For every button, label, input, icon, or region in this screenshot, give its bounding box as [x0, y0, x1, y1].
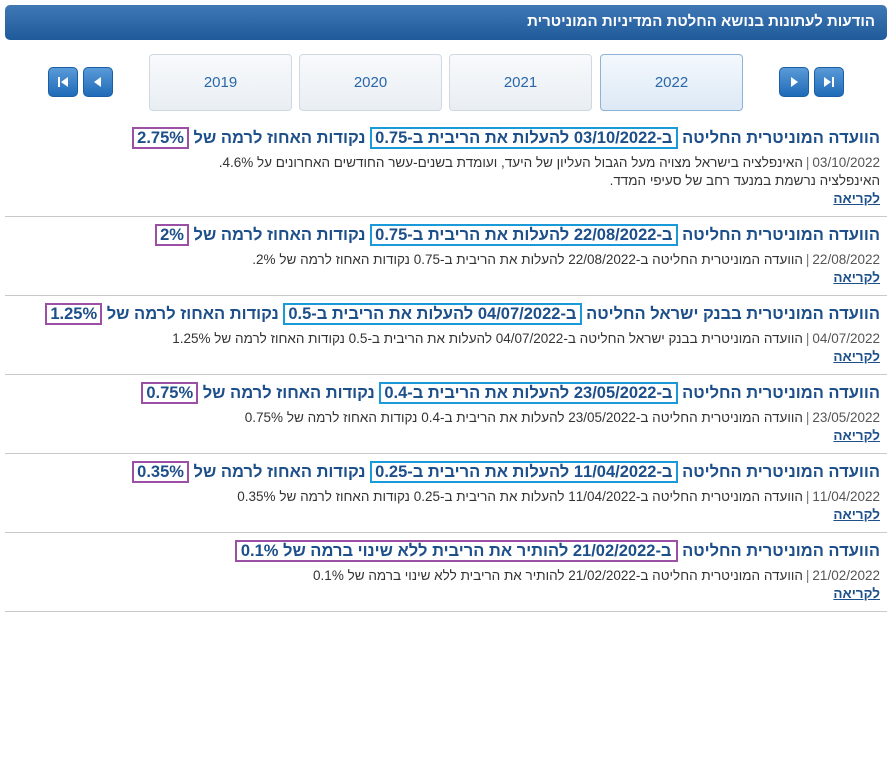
item-title[interactable]: הוועדה המוניטרית החליטה ב-23/05/2022 להע… — [12, 381, 880, 405]
list-item: הוועדה המוניטרית החליטה ב-22/08/2022 להע… — [5, 217, 887, 296]
prev-page-button[interactable] — [83, 67, 113, 97]
item-title[interactable]: הוועדה המוניטרית החליטה ב-03/10/2022 להע… — [12, 126, 880, 150]
item-summary: 03/10/2022|האינפלציה בישראל מצויה מעל הג… — [218, 155, 880, 188]
list-item: הוועדה המוניטרית החליטה ב-23/05/2022 להע… — [5, 375, 887, 454]
item-title[interactable]: הוועדה המוניטרית החליטה ב-22/08/2022 להע… — [12, 223, 880, 247]
item-summary: 21/02/2022|הוועדה המוניטרית החליטה ב-21/… — [313, 568, 880, 583]
page-header: הודעות לעתונות בנושא החלטת המדיניות המונ… — [5, 5, 887, 40]
date-highlight: ב-23/05/2022 להעלות את הריבית ב-0.4 — [379, 382, 678, 404]
tab-year-2020[interactable]: 2020 — [299, 54, 442, 111]
item-date: 03/10/2022 — [812, 155, 880, 170]
chevron-right-icon — [791, 77, 798, 87]
read-more-link[interactable]: לקריאה — [833, 191, 880, 206]
read-more-link[interactable]: לקריאה — [833, 507, 880, 522]
read-more-link[interactable]: לקריאה — [833, 586, 880, 601]
last-page-button[interactable] — [814, 67, 844, 97]
tab-year-2022[interactable]: 2022 — [600, 54, 743, 111]
tab-year-2021[interactable]: 2021 — [449, 54, 592, 111]
item-date: 21/02/2022 — [812, 568, 880, 583]
read-more-link[interactable]: לקריאה — [833, 428, 880, 443]
item-date: 23/05/2022 — [812, 410, 880, 425]
date-highlight: ב-22/08/2022 להעלות את הריבית ב-0.75 — [370, 224, 678, 246]
item-date: 11/04/2022 — [812, 489, 880, 504]
date-highlight: ב-03/10/2022 להעלות את הריבית ב-0.75 — [370, 127, 678, 149]
page-title: הודעות לעתונות בנושא החלטת המדיניות המונ… — [527, 13, 875, 30]
rate-highlight: 0.35% — [132, 461, 189, 483]
skip-to-last-icon — [824, 77, 834, 87]
item-summary: 11/04/2022|הוועדה המוניטרית החליטה ב-11/… — [237, 489, 880, 504]
list-item: הוועדה המוניטרית החליטה ב-21/02/2022 להו… — [5, 533, 887, 612]
list-item: הוועדה המוניטרית החליטה ב-11/04/2022 להע… — [5, 454, 887, 533]
chevron-left-icon — [94, 77, 101, 87]
item-summary: 04/07/2022|הוועדה המוניטרית בבנק ישראל ה… — [172, 331, 880, 346]
rate-highlight: ב-21/02/2022 להותיר את הריבית ללא שינוי … — [234, 540, 678, 562]
list-item: הוועדה המוניטרית בבנק ישראל החליטה ב-04/… — [5, 296, 887, 375]
item-title[interactable]: הוועדה המוניטרית בבנק ישראל החליטה ב-04/… — [12, 302, 880, 326]
skip-to-first-icon — [58, 77, 68, 87]
date-highlight: ב-04/07/2022 להעלות את הריבית ב-0.5 — [283, 303, 582, 325]
rate-highlight: 0.75% — [141, 382, 199, 404]
item-title[interactable]: הוועדה המוניטרית החליטה ב-11/04/2022 להע… — [12, 460, 880, 484]
first-page-button[interactable] — [48, 67, 78, 97]
item-summary: 22/08/2022|הוועדה המוניטרית החליטה ב-22/… — [252, 252, 880, 267]
year-selector: 2019 2020 2021 2022 — [0, 54, 892, 112]
rate-highlight: 1.25% — [45, 303, 103, 325]
press-release-list: הוועדה המוניטרית החליטה ב-03/10/2022 להע… — [5, 120, 887, 612]
item-title[interactable]: הוועדה המוניטרית החליטה ב-21/02/2022 להו… — [12, 539, 880, 563]
next-page-button[interactable] — [779, 67, 809, 97]
read-more-link[interactable]: לקריאה — [833, 349, 880, 364]
item-date: 04/07/2022 — [812, 331, 880, 346]
item-summary: 23/05/2022|הוועדה המוניטרית החליטה ב-23/… — [244, 410, 880, 425]
rate-highlight: 2% — [155, 224, 189, 246]
item-date: 22/08/2022 — [812, 252, 880, 267]
rate-highlight: 2.75% — [132, 127, 189, 149]
date-highlight: ב-11/04/2022 להעלות את הריבית ב-0.25 — [370, 461, 678, 483]
read-more-link[interactable]: לקריאה — [833, 270, 880, 285]
list-item: הוועדה המוניטרית החליטה ב-03/10/2022 להע… — [5, 120, 887, 217]
tab-year-2019[interactable]: 2019 — [149, 54, 292, 111]
